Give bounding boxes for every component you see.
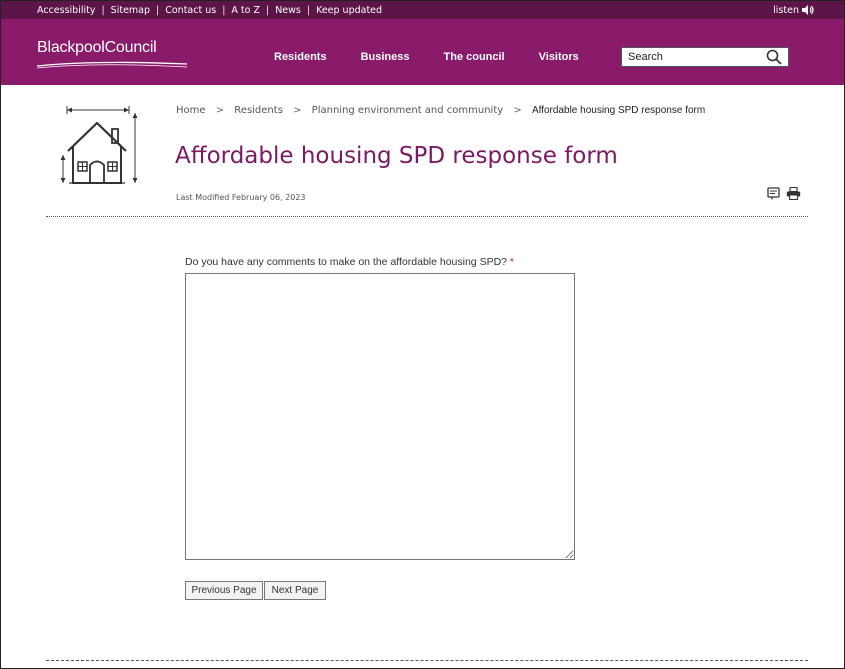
utility-separator: | [306, 4, 311, 16]
nav-the-council[interactable]: The council [444, 51, 505, 63]
breadcrumb-separator: > [215, 105, 225, 116]
breadcrumb-planning[interactable]: Planning environment and community [312, 105, 504, 116]
logo-text: BlackpoolCouncil [37, 39, 157, 56]
utility-separator: | [156, 4, 160, 16]
page-tools [767, 187, 801, 200]
breadcrumb: Home > Residents > Planning environment … [176, 105, 705, 116]
header-divider [46, 216, 808, 217]
search-input[interactable] [628, 50, 758, 64]
main-nav: Residents Business The council Visitors [274, 51, 613, 63]
site-logo[interactable]: BlackpoolCouncil [37, 39, 187, 69]
nav-business[interactable]: Business [361, 51, 410, 63]
format-icon[interactable] [767, 187, 780, 200]
breadcrumb-separator: > [513, 105, 522, 116]
footer-divider [46, 660, 808, 661]
utility-separator: | [101, 4, 105, 16]
utility-link-news[interactable]: News [275, 5, 301, 16]
utility-link-keep-updated[interactable]: Keep updated [316, 5, 382, 16]
utility-separator: | [265, 4, 270, 16]
logo-swoosh-icon [37, 61, 187, 69]
breadcrumb-home[interactable]: Home [176, 105, 206, 116]
breadcrumb-residents[interactable]: Residents [234, 105, 283, 116]
print-icon[interactable] [786, 187, 801, 200]
house-icon [60, 106, 138, 184]
speaker-icon [802, 5, 814, 15]
comments-textarea[interactable] [185, 273, 575, 560]
utility-bar: Accessibility | Sitemap | Contact us | A… [1, 1, 844, 19]
page-frame: Accessibility | Sitemap | Contact us | A… [0, 0, 845, 669]
listen-button[interactable]: listen [773, 1, 814, 19]
breadcrumb-separator: > [293, 105, 302, 116]
page-title: Affordable housing SPD response form [175, 143, 618, 169]
comments-question-label: Do you have any comments to make on the … [185, 256, 514, 268]
breadcrumb-current: Affordable housing SPD response form [531, 105, 706, 116]
last-modified: Last Modified February 06, 2023 [176, 193, 306, 202]
next-page-button[interactable]: Next Page [264, 581, 326, 600]
nav-residents[interactable]: Residents [274, 51, 327, 63]
utility-links: Accessibility | Sitemap | Contact us | A… [37, 1, 382, 19]
nav-visitors[interactable]: Visitors [539, 51, 579, 63]
search-icon[interactable] [766, 49, 782, 65]
required-marker: * [509, 256, 515, 268]
search-box [621, 47, 789, 67]
utility-separator: | [222, 4, 226, 16]
utility-link-sitemap[interactable]: Sitemap [111, 5, 150, 16]
utility-link-contact-us[interactable]: Contact us [165, 5, 216, 16]
site-header: BlackpoolCouncil Residents Business The … [1, 19, 844, 85]
question-text: Do you have any comments to make on the … [185, 256, 507, 268]
listen-label: listen [773, 4, 799, 16]
previous-page-button[interactable]: Previous Page [185, 581, 263, 600]
utility-link-accessibility[interactable]: Accessibility [37, 5, 95, 16]
utility-link-a-to-z[interactable]: A to Z [231, 5, 260, 16]
